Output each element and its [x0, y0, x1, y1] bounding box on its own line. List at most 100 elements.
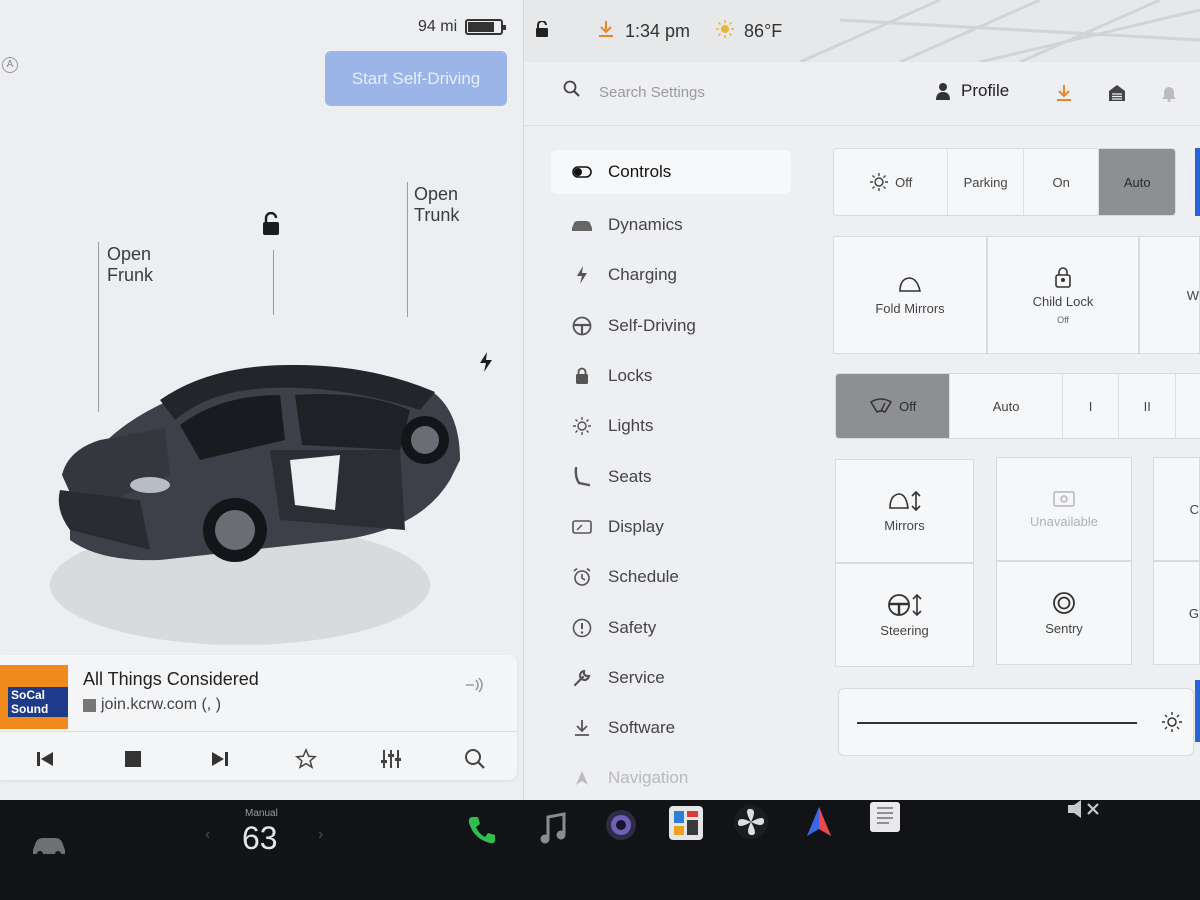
stop-icon[interactable]	[119, 745, 147, 773]
nav-item-navigation[interactable]: Navigation	[551, 753, 791, 800]
mute-volume-icon[interactable]	[1066, 798, 1104, 820]
navigation-icon	[571, 770, 593, 786]
sentry-mode-button[interactable]: Sentry	[996, 561, 1132, 665]
steering-wheel-icon	[571, 316, 593, 336]
homelink-garage-icon[interactable]	[1108, 84, 1126, 107]
wipers-selector: Off Auto I II	[835, 373, 1200, 439]
wipers-speed-1-label: I	[1088, 398, 1093, 414]
alarm-icon	[571, 567, 593, 587]
mirrors-adjust-button[interactable]: Mirrors	[835, 459, 974, 563]
car-status-icon[interactable]	[30, 832, 68, 858]
media-divider	[0, 731, 517, 732]
fan-icon[interactable]	[733, 804, 769, 840]
nav-item-locks[interactable]: Locks	[551, 351, 791, 401]
accent-edge	[1195, 148, 1200, 216]
profile-button[interactable]: Profile	[935, 81, 1009, 101]
child-lock-button[interactable]: Child Lock Off	[987, 236, 1139, 354]
nav-item-service[interactable]: Service	[551, 653, 791, 703]
wipers-off-option[interactable]: Off	[836, 374, 951, 438]
lights-off-option[interactable]: Off	[834, 149, 949, 215]
range-text: 94 mi	[418, 18, 458, 35]
trunk-line1: Open	[414, 184, 459, 204]
music-icon[interactable]	[538, 812, 568, 846]
nav-item-label: Display	[608, 516, 664, 536]
headlight-icon	[870, 173, 889, 191]
nav-item-software[interactable]: Software	[551, 703, 791, 753]
next-track-icon[interactable]	[206, 745, 234, 773]
previous-track-icon[interactable]	[31, 745, 59, 773]
open-frunk-button[interactable]: Open Frunk	[107, 244, 153, 286]
media-title: All Things Considered	[83, 669, 259, 689]
wipers-speed-1-option[interactable]: I	[1063, 374, 1120, 438]
wrench-icon	[571, 668, 593, 688]
climate-mode-label: Manual	[245, 808, 278, 819]
software-update-icon[interactable]	[1055, 84, 1073, 107]
wipers-more-option[interactable]	[1176, 374, 1200, 438]
child-lock-state: Off	[1057, 314, 1069, 325]
steering-adjust-button[interactable]: Steering	[835, 563, 974, 667]
nav-item-label: Lights	[608, 416, 654, 436]
toybox-icon[interactable]	[667, 804, 705, 842]
cabin-temperature[interactable]: 63	[242, 820, 278, 857]
nav-item-lights[interactable]: Lights	[551, 401, 791, 451]
notification-bell-icon[interactable]	[1161, 84, 1177, 107]
display-brightness-slider[interactable]	[838, 688, 1194, 756]
search-icon	[563, 80, 581, 103]
partial-tile-1[interactable]: C	[1153, 457, 1200, 561]
camera-icon[interactable]	[604, 808, 638, 842]
start-self-driving-button[interactable]: Start Self-Driving	[325, 51, 507, 106]
nav-item-label: Locks	[608, 366, 653, 386]
autopilot-badge: A	[2, 57, 18, 73]
car-icon	[571, 218, 593, 232]
media-search-icon[interactable]	[461, 745, 489, 773]
search-settings-input[interactable]	[599, 79, 899, 105]
lights-auto-option[interactable]: Auto	[1099, 149, 1175, 215]
vehicle-panel: A 94 mi Start Self-Driving Open Trunk Op…	[0, 0, 523, 800]
nav-item-label: Software	[608, 718, 676, 738]
nav-item-label: Service	[608, 667, 665, 687]
wipers-speed-2-option[interactable]: II	[1119, 374, 1177, 438]
sun-icon	[716, 20, 735, 43]
nav-item-seats[interactable]: Seats	[551, 451, 791, 501]
trunk-line2: Trunk	[414, 205, 460, 225]
nav-item-charging[interactable]: Charging	[551, 250, 791, 300]
open-trunk-button[interactable]: Open Trunk	[414, 184, 459, 226]
steering-label: Steering	[880, 622, 929, 638]
temp-down-chevron[interactable]: ‹	[205, 826, 210, 844]
unavailable-label: Unavailable	[1030, 513, 1098, 529]
wipers-speed-2-label: II	[1143, 398, 1151, 414]
settings-header: Profile	[523, 62, 1200, 126]
favorite-star-icon[interactable]	[292, 745, 320, 773]
nav-item-controls[interactable]: Controls	[551, 150, 791, 194]
window-lock-button[interactable]: W	[1139, 236, 1200, 354]
mirror-adjust-icon	[888, 490, 921, 511]
nav-item-dynamics[interactable]: Dynamics	[551, 200, 791, 250]
energy-app-icon[interactable]	[867, 800, 903, 834]
equalizer-icon[interactable]	[377, 745, 405, 773]
nav-item-self-driving[interactable]: Self-Driving	[551, 301, 791, 351]
lock-icon	[571, 367, 593, 385]
brightness-slider-track[interactable]	[857, 722, 1137, 724]
navigation-app-icon[interactable]	[801, 804, 837, 840]
wipers-auto-option[interactable]: Auto	[950, 374, 1063, 438]
nav-item-label: Self-Driving	[608, 315, 696, 335]
charge-port-icon[interactable]	[478, 352, 494, 377]
radio-signal-icon[interactable]	[464, 677, 486, 698]
lights-on-option[interactable]: On	[1024, 149, 1100, 215]
unlock-icon[interactable]	[260, 211, 282, 241]
nav-item-safety[interactable]: Safety	[551, 602, 791, 652]
nav-item-display[interactable]: Display	[551, 502, 791, 552]
wipers-off-label: Off	[899, 398, 917, 414]
phone-icon[interactable]	[466, 814, 498, 846]
nav-item-schedule[interactable]: Schedule	[551, 552, 791, 602]
partial-tile-2[interactable]: G	[1153, 561, 1200, 665]
temp-up-chevron[interactable]: ›	[318, 826, 323, 844]
fold-mirrors-button[interactable]: Fold Mirrors	[833, 236, 987, 354]
settings-nav: Controls Dynamics Charging Self-Driving Lock…	[551, 150, 791, 800]
fold-mirrors-label: Fold Mirrors	[875, 300, 945, 316]
nav-item-label: Safety	[608, 617, 657, 637]
battery-icon	[465, 19, 507, 35]
source-icon	[83, 698, 96, 712]
child-lock-label: Child Lock	[1032, 293, 1094, 309]
lights-parking-option[interactable]: Parking	[948, 149, 1024, 215]
